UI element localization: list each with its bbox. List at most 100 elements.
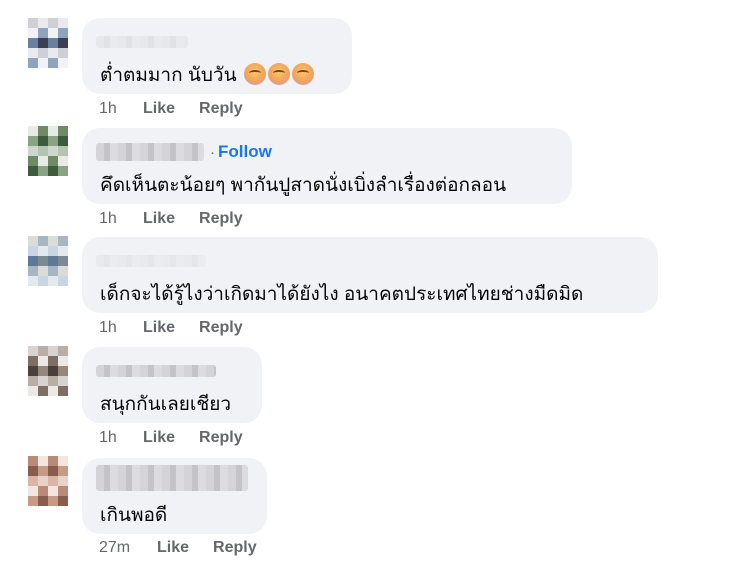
comment-text: สนุกกันเลยเชียว bbox=[100, 394, 232, 415]
avatar-pixel bbox=[28, 496, 38, 506]
avatar-pixel bbox=[58, 156, 68, 166]
avatar-pixel bbox=[58, 126, 68, 136]
avatar-pixel bbox=[58, 246, 68, 256]
avatar[interactable] bbox=[18, 456, 78, 506]
like-button[interactable]: Like bbox=[143, 429, 175, 447]
avatar-pixel bbox=[28, 476, 38, 486]
avatar-pixel bbox=[68, 146, 78, 156]
avatar-pixel bbox=[48, 236, 58, 246]
comment-actions: 1h Like Reply bbox=[99, 210, 267, 228]
timestamp[interactable]: 1h bbox=[99, 319, 143, 337]
comment-actions: 1h Like Reply bbox=[99, 429, 267, 447]
avatar-pixel bbox=[58, 136, 68, 146]
avatar-pixel bbox=[48, 136, 58, 146]
avatar-pixel bbox=[28, 136, 38, 146]
reply-button[interactable]: Reply bbox=[199, 319, 243, 337]
reply-button[interactable]: Reply bbox=[213, 539, 257, 557]
avatar-pixel bbox=[28, 236, 38, 246]
avatar-pixel bbox=[28, 366, 38, 376]
avatar-pixel bbox=[38, 166, 48, 176]
avatar-pixel bbox=[58, 48, 68, 58]
avatar-pixel bbox=[38, 476, 48, 486]
commenter-name[interactable] bbox=[96, 465, 248, 491]
avatar-pixel bbox=[48, 256, 58, 266]
timestamp[interactable]: 27m bbox=[99, 539, 157, 557]
avatar-pixel bbox=[38, 376, 48, 386]
avatar-pixel bbox=[68, 156, 78, 166]
avatar-pixel bbox=[38, 136, 48, 146]
avatar-pixel bbox=[18, 256, 28, 266]
avatar-pixel bbox=[58, 58, 68, 68]
avatar-pixel bbox=[38, 18, 48, 28]
avatar-pixel bbox=[28, 466, 38, 476]
reply-button[interactable]: Reply bbox=[199, 100, 243, 118]
reply-button[interactable]: Reply bbox=[199, 210, 243, 228]
avatar-pixel bbox=[48, 166, 58, 176]
avatar-pixel bbox=[48, 266, 58, 276]
avatar-pixel bbox=[48, 356, 58, 366]
commenter-name[interactable] bbox=[96, 251, 206, 271]
avatar[interactable] bbox=[18, 236, 78, 286]
avatar-pixel bbox=[58, 28, 68, 38]
avatar[interactable] bbox=[18, 346, 78, 396]
avatar-pixel bbox=[28, 156, 38, 166]
avatar-pixel bbox=[48, 476, 58, 486]
avatar-pixel bbox=[68, 476, 78, 486]
avatar-pixel bbox=[58, 236, 68, 246]
avatar-pixel bbox=[38, 386, 48, 396]
avatar-pixel bbox=[28, 166, 38, 176]
like-button[interactable]: Like bbox=[157, 539, 189, 557]
exhausted-face-icon bbox=[267, 63, 290, 85]
timestamp[interactable]: 1h bbox=[99, 100, 143, 118]
timestamp[interactable]: 1h bbox=[99, 429, 143, 447]
avatar-pixel bbox=[18, 366, 28, 376]
avatar-pixel bbox=[38, 126, 48, 136]
avatar-pixel bbox=[68, 386, 78, 396]
avatar-pixel bbox=[38, 456, 48, 466]
avatar-pixel bbox=[18, 356, 28, 366]
avatar-pixel bbox=[58, 38, 68, 48]
avatar-pixel bbox=[58, 376, 68, 386]
avatar-pixel bbox=[18, 126, 28, 136]
commenter-name[interactable] bbox=[96, 32, 188, 52]
avatar-pixel bbox=[68, 236, 78, 246]
avatar-pixel bbox=[38, 38, 48, 48]
comment-text: เกินพอดี bbox=[100, 505, 168, 526]
avatar-pixel bbox=[48, 386, 58, 396]
commenter-name[interactable] bbox=[96, 143, 204, 161]
avatar-pixel bbox=[48, 456, 58, 466]
avatar-pixel bbox=[18, 476, 28, 486]
avatar-pixel bbox=[18, 146, 28, 156]
commenter-name[interactable] bbox=[96, 361, 216, 381]
follow-button[interactable]: Follow bbox=[218, 142, 272, 162]
avatar-pixel bbox=[68, 496, 78, 506]
avatar-pixel bbox=[48, 38, 58, 48]
avatar-pixel bbox=[68, 126, 78, 136]
exhausted-face-icon bbox=[243, 63, 266, 85]
avatar-pixel bbox=[28, 456, 38, 466]
avatar-pixel bbox=[18, 156, 28, 166]
like-button[interactable]: Like bbox=[143, 319, 175, 337]
avatar-pixel bbox=[18, 58, 28, 68]
like-button[interactable]: Like bbox=[143, 210, 175, 228]
avatar-pixel bbox=[38, 356, 48, 366]
avatar-pixel bbox=[58, 386, 68, 396]
avatar-pixel bbox=[38, 28, 48, 38]
avatar-pixel bbox=[18, 236, 28, 246]
avatar[interactable] bbox=[18, 126, 78, 176]
timestamp[interactable]: 1h bbox=[99, 210, 143, 228]
avatar-pixel bbox=[68, 276, 78, 286]
avatar-pixel bbox=[38, 48, 48, 58]
avatar-pixel bbox=[68, 376, 78, 386]
like-button[interactable]: Like bbox=[143, 100, 175, 118]
avatar-pixel bbox=[48, 376, 58, 386]
avatar-pixel bbox=[58, 366, 68, 376]
reply-button[interactable]: Reply bbox=[199, 429, 243, 447]
avatar-pixel bbox=[18, 246, 28, 256]
avatar-pixel bbox=[28, 356, 38, 366]
avatar-pixel bbox=[58, 356, 68, 366]
avatar-pixel bbox=[28, 266, 38, 276]
avatar[interactable] bbox=[18, 18, 78, 68]
avatar-pixel bbox=[68, 486, 78, 496]
avatar-pixel bbox=[18, 456, 28, 466]
